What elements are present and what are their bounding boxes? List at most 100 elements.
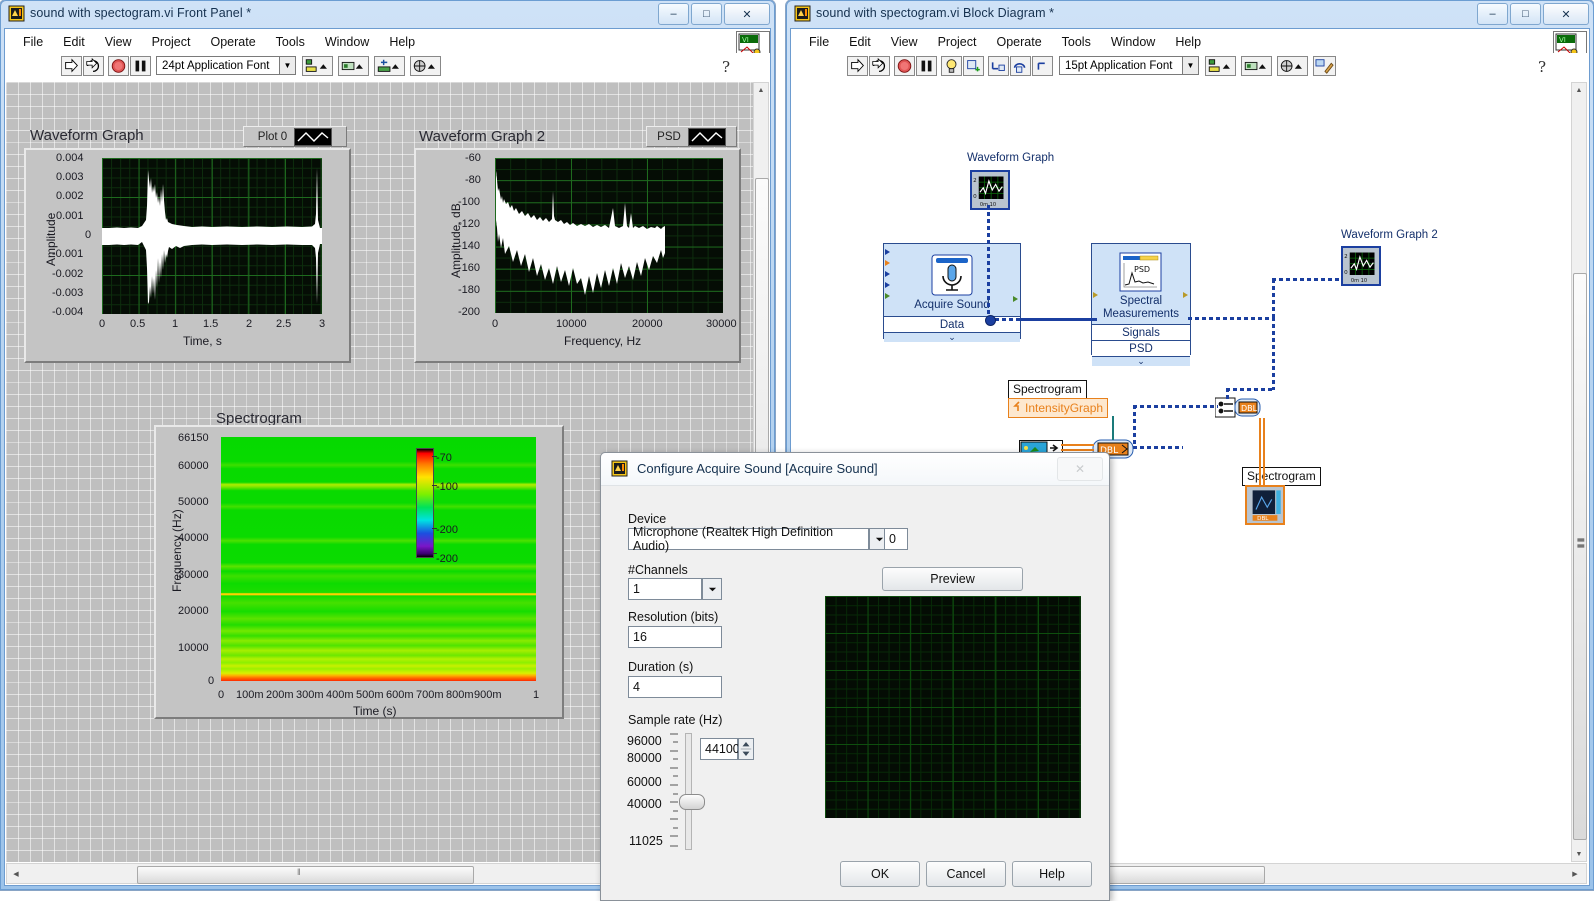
- step-into-button[interactable]: [988, 56, 1009, 76]
- chevron-down-icon[interactable]: ▼: [279, 57, 295, 74]
- wire-intensitygraph-ref[interactable]: [1112, 416, 1114, 440]
- waveform-graph-plot[interactable]: [102, 158, 322, 314]
- maximize-button[interactable]: □: [1510, 3, 1541, 25]
- spectrogram-indicator-terminal[interactable]: DBL: [1245, 485, 1285, 525]
- abort-execution-button[interactable]: [894, 56, 915, 76]
- front-panel-titlebar[interactable]: sound with spectogram.vi Front Panel * –…: [0, 0, 775, 28]
- menu-help[interactable]: Help: [1165, 33, 1211, 51]
- acquire-sound-node[interactable]: Acquire Sound Data ⌄: [883, 243, 1021, 342]
- help-button[interactable]: Help: [1012, 861, 1092, 887]
- resize-objects-button[interactable]: [374, 56, 405, 76]
- preview-button[interactable]: Preview: [882, 567, 1023, 591]
- device-index-field[interactable]: 0: [884, 528, 908, 550]
- spectral-expand-chevron[interactable]: ⌄: [1092, 356, 1190, 366]
- spectral-measurements-node[interactable]: PSD Spectral Measurements Signals PSD ⌄: [1091, 243, 1191, 366]
- wire-psd-right[interactable]: [1188, 317, 1275, 320]
- wire-psd-to-graph2[interactable]: [1272, 278, 1342, 281]
- menu-operate[interactable]: Operate: [200, 33, 265, 51]
- wire-branch-to-convert[interactable]: [1226, 388, 1275, 391]
- sample-rate-field[interactable]: 44100: [700, 738, 740, 760]
- resolution-field[interactable]: 16: [628, 626, 722, 648]
- close-button[interactable]: ✕: [724, 3, 770, 25]
- wire-junction-to-spectral[interactable]: [988, 318, 1097, 321]
- scroll-down-arrow-icon[interactable]: ▼: [1572, 847, 1586, 861]
- scroll-right-arrow-icon[interactable]: ▶: [1568, 867, 1582, 881]
- slider-thumb[interactable]: [679, 794, 705, 810]
- block-diagram-menubar[interactable]: File Edit View Project Operate Tools Win…: [791, 31, 1589, 53]
- legend-plot-swatch[interactable]: [294, 127, 333, 146]
- run-continuously-button[interactable]: [869, 56, 890, 76]
- scroll-left-arrow-icon[interactable]: ◀: [9, 867, 23, 881]
- acquire-sound-expand-chevron[interactable]: ⌄: [884, 332, 1020, 342]
- align-objects-button[interactable]: [302, 56, 333, 76]
- font-selector[interactable]: 15pt Application Font ▼: [1059, 56, 1199, 75]
- abort-execution-button[interactable]: [108, 56, 129, 76]
- waveform-graph2-legend[interactable]: PSD: [646, 126, 737, 147]
- reorder-objects-button[interactable]: [1277, 56, 1308, 76]
- menu-file[interactable]: File: [13, 33, 53, 51]
- minimize-button[interactable]: –: [658, 3, 689, 25]
- distribute-objects-button[interactable]: [338, 56, 369, 76]
- waveform-graph-container[interactable]: 0.004 0.003 0.002 0.001 0 -0.001 -0.002 …: [24, 148, 351, 363]
- context-help-button[interactable]: ?: [1535, 56, 1553, 76]
- front-panel-menubar[interactable]: File Edit View Project Operate Tools Win…: [5, 31, 770, 53]
- spectrogram-container[interactable]: 66150 60000 50000 40000 30000 20000 1000…: [154, 425, 564, 719]
- cancel-button[interactable]: Cancel: [926, 861, 1006, 887]
- wire-to-build-array[interactable]: [1133, 446, 1183, 449]
- run-button[interactable]: [61, 56, 82, 76]
- spectrogram-plot[interactable]: [221, 437, 536, 681]
- device-combobox[interactable]: Microphone (Realtek High Definition Audi…: [628, 525, 869, 553]
- front-panel-toolbar[interactable]: 24pt Application Font ▼ ?: [5, 53, 770, 81]
- menu-file[interactable]: File: [799, 33, 839, 51]
- menu-view[interactable]: View: [881, 33, 928, 51]
- wire-property-to-buildarray-1[interactable]: [1061, 444, 1094, 446]
- font-selector[interactable]: 24pt Application Font ▼: [156, 56, 296, 75]
- wire-psd-branch-down[interactable]: [1272, 317, 1275, 390]
- maximize-button[interactable]: □: [691, 3, 722, 25]
- slider-track[interactable]: [685, 733, 692, 850]
- menu-view[interactable]: View: [95, 33, 142, 51]
- scroll-up-arrow-icon[interactable]: ▲: [754, 83, 768, 97]
- block-diagram-toolbar[interactable]: 15pt Application Font ▼ ?: [791, 53, 1589, 81]
- legend-psd-swatch[interactable]: [687, 127, 726, 146]
- duration-field[interactable]: 4: [628, 676, 722, 698]
- sample-rate-stepper[interactable]: [738, 738, 754, 760]
- align-objects-button[interactable]: [1205, 56, 1236, 76]
- wire-junction-to-waveform-graph[interactable]: [987, 205, 990, 319]
- configure-acquire-sound-dialog[interactable]: Configure Acquire Sound [Acquire Sound] …: [600, 452, 1110, 901]
- bd-waveform-graph2-terminal[interactable]: 2 0 0m 10: [1341, 246, 1381, 286]
- wire-property-to-buildarray-2[interactable]: [1061, 449, 1094, 451]
- vscroll-thumb[interactable]: [1573, 273, 1587, 840]
- close-button[interactable]: ✕: [1543, 3, 1589, 25]
- bd-waveform-graph-terminal[interactable]: 2 0 0m 10: [970, 170, 1010, 210]
- channels-dropdown-arrow[interactable]: [702, 578, 722, 600]
- scroll-up-arrow-icon[interactable]: ▲: [1572, 83, 1586, 97]
- menu-project[interactable]: Project: [142, 33, 201, 51]
- dialog-titlebar[interactable]: Configure Acquire Sound [Acquire Sound] …: [601, 453, 1109, 486]
- wire-left-down[interactable]: [1133, 405, 1136, 448]
- menu-help[interactable]: Help: [379, 33, 425, 51]
- context-help-button[interactable]: ?: [719, 56, 737, 76]
- hscroll-thumb[interactable]: [137, 866, 474, 884]
- menu-project[interactable]: Project: [928, 33, 987, 51]
- step-out-button[interactable]: [1032, 56, 1053, 76]
- menu-tools[interactable]: Tools: [266, 33, 315, 51]
- wire-convert-stub[interactable]: [1226, 388, 1229, 400]
- distribute-objects-button[interactable]: [1241, 56, 1272, 76]
- block-diagram-vscrollbar[interactable]: ▲ ▮▮ ▼: [1571, 82, 1587, 862]
- channels-combobox[interactable]: 1: [628, 578, 702, 600]
- wire-convert-to-left[interactable]: [1133, 405, 1218, 408]
- retain-wire-values-button[interactable]: [963, 56, 984, 76]
- clean-up-diagram-button[interactable]: [1313, 56, 1336, 76]
- minimize-button[interactable]: –: [1477, 3, 1508, 25]
- highlight-execution-button[interactable]: [941, 56, 962, 76]
- ok-button[interactable]: OK: [840, 861, 920, 887]
- sample-rate-slider[interactable]: [679, 733, 705, 850]
- chevron-down-icon[interactable]: ▼: [1182, 57, 1198, 74]
- block-diagram-window-buttons[interactable]: – □ ✕: [1477, 3, 1589, 25]
- waveform-graph2-plot[interactable]: [495, 158, 723, 313]
- convert-node-right[interactable]: DBL: [1215, 397, 1261, 419]
- waveform-graph2-container[interactable]: -60 -80 -100 -120 -140 -160 -180 -200 0 …: [414, 148, 741, 363]
- block-diagram-titlebar[interactable]: sound with spectogram.vi Block Diagram *…: [786, 0, 1594, 28]
- preview-graph[interactable]: [825, 596, 1081, 818]
